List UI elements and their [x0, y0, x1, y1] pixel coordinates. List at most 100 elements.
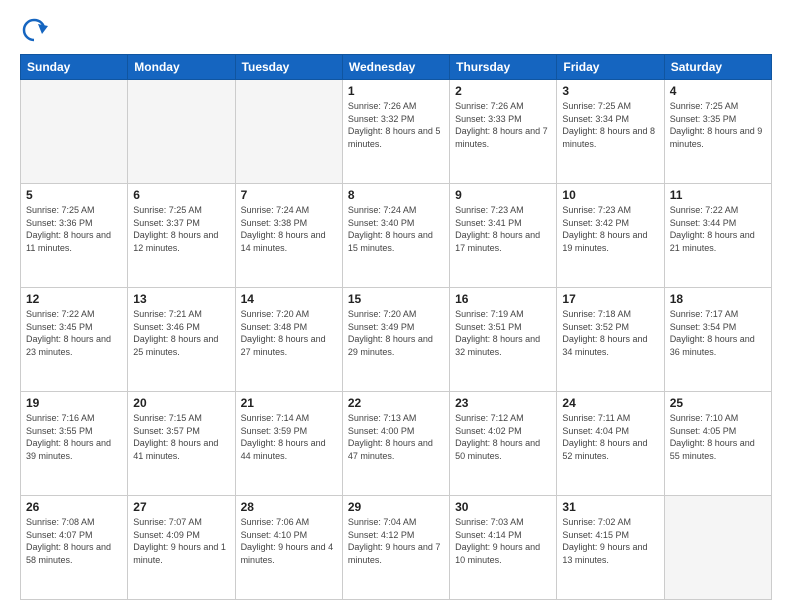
day-number: 11	[670, 188, 766, 202]
weekday-header-monday: Monday	[128, 55, 235, 80]
day-info: Sunrise: 7:06 AM Sunset: 4:10 PM Dayligh…	[241, 516, 337, 566]
week-row-2: 12 Sunrise: 7:22 AM Sunset: 3:45 PM Dayli…	[21, 288, 772, 392]
day-info: Sunrise: 7:25 AM Sunset: 3:34 PM Dayligh…	[562, 100, 658, 150]
day-cell: 21Sunrise: 7:14 AM Sunset: 3:59 PM Dayli…	[235, 392, 342, 496]
day-cell: 15Sunrise: 7:20 AM Sunset: 3:49 PM Dayli…	[342, 288, 449, 392]
day-info: Sunrise: 7:02 AM Sunset: 4:15 PM Dayligh…	[562, 516, 658, 566]
day-number: 2	[455, 84, 551, 98]
day-info: Sunrise: 7:07 AM Sunset: 4:09 PM Dayligh…	[133, 516, 229, 566]
day-cell: 2 Sunrise: 7:26 AM Sunset: 3:33 PM Daylig…	[450, 80, 557, 184]
day-number: 28	[241, 500, 337, 514]
day-info: Sunrise: 7:20 AM Sunset: 3:48 PM Dayligh…	[241, 308, 337, 358]
logo	[20, 16, 52, 44]
day-number: 13	[133, 292, 229, 306]
week-row-3: 19 Sunrise: 7:16 AM Sunset: 3:55 PM Dayli…	[21, 392, 772, 496]
day-number: 7	[241, 188, 337, 202]
day-cell	[235, 80, 342, 184]
week-row-1: 5 Sunrise: 7:25 AM Sunset: 3:36 PM Daylig…	[21, 184, 772, 288]
day-info: Sunrise: 7:21 AM Sunset: 3:46 PM Dayligh…	[133, 308, 229, 358]
day-info: Sunrise: 7:13 AM Sunset: 4:00 PM Dayligh…	[348, 412, 444, 462]
weekday-header-row: SundayMondayTuesdayWednesdayThursdayFrid…	[21, 55, 772, 80]
day-number: 6	[133, 188, 229, 202]
day-cell: 4 Sunrise: 7:25 AM Sunset: 3:35 PM Daylig…	[664, 80, 771, 184]
day-number: 25	[670, 396, 766, 410]
weekday-header-tuesday: Tuesday	[235, 55, 342, 80]
day-cell: 1Sunrise: 7:26 AM Sunset: 3:32 PM Daylig…	[342, 80, 449, 184]
day-info: Sunrise: 7:24 AM Sunset: 3:40 PM Dayligh…	[348, 204, 444, 254]
day-cell: 20 Sunrise: 7:15 AM Sunset: 3:57 PM Dayli…	[128, 392, 235, 496]
day-number: 30	[455, 500, 551, 514]
day-cell	[128, 80, 235, 184]
day-number: 10	[562, 188, 658, 202]
week-row-0: 1Sunrise: 7:26 AM Sunset: 3:32 PM Daylig…	[21, 80, 772, 184]
day-number: 5	[26, 188, 122, 202]
day-cell: 7Sunrise: 7:24 AM Sunset: 3:38 PM Daylig…	[235, 184, 342, 288]
day-info: Sunrise: 7:12 AM Sunset: 4:02 PM Dayligh…	[455, 412, 551, 462]
week-row-4: 26 Sunrise: 7:08 AM Sunset: 4:07 PM Dayli…	[21, 496, 772, 600]
day-number: 29	[348, 500, 444, 514]
day-info: Sunrise: 7:17 AM Sunset: 3:54 PM Dayligh…	[670, 308, 766, 358]
day-cell: 23 Sunrise: 7:12 AM Sunset: 4:02 PM Dayli…	[450, 392, 557, 496]
day-number: 20	[133, 396, 229, 410]
day-info: Sunrise: 7:15 AM Sunset: 3:57 PM Dayligh…	[133, 412, 229, 462]
day-number: 8	[348, 188, 444, 202]
day-cell: 12 Sunrise: 7:22 AM Sunset: 3:45 PM Dayli…	[21, 288, 128, 392]
day-cell: 19 Sunrise: 7:16 AM Sunset: 3:55 PM Dayli…	[21, 392, 128, 496]
day-cell: 5 Sunrise: 7:25 AM Sunset: 3:36 PM Daylig…	[21, 184, 128, 288]
day-cell: 28 Sunrise: 7:06 AM Sunset: 4:10 PM Dayli…	[235, 496, 342, 600]
day-number: 1	[348, 84, 444, 98]
day-info: Sunrise: 7:23 AM Sunset: 3:42 PM Dayligh…	[562, 204, 658, 254]
day-info: Sunrise: 7:03 AM Sunset: 4:14 PM Dayligh…	[455, 516, 551, 566]
day-cell: 9 Sunrise: 7:23 AM Sunset: 3:41 PM Daylig…	[450, 184, 557, 288]
day-number: 26	[26, 500, 122, 514]
day-number: 22	[348, 396, 444, 410]
day-number: 12	[26, 292, 122, 306]
day-info: Sunrise: 7:20 AM Sunset: 3:49 PM Dayligh…	[348, 308, 444, 358]
day-cell: 16 Sunrise: 7:19 AM Sunset: 3:51 PM Dayli…	[450, 288, 557, 392]
day-number: 19	[26, 396, 122, 410]
weekday-header-sunday: Sunday	[21, 55, 128, 80]
day-number: 27	[133, 500, 229, 514]
day-cell: 27 Sunrise: 7:07 AM Sunset: 4:09 PM Dayli…	[128, 496, 235, 600]
day-info: Sunrise: 7:22 AM Sunset: 3:44 PM Dayligh…	[670, 204, 766, 254]
day-info: Sunrise: 7:23 AM Sunset: 3:41 PM Dayligh…	[455, 204, 551, 254]
day-number: 3	[562, 84, 658, 98]
day-cell: 31Sunrise: 7:02 AM Sunset: 4:15 PM Dayli…	[557, 496, 664, 600]
day-cell: 26 Sunrise: 7:08 AM Sunset: 4:07 PM Dayli…	[21, 496, 128, 600]
day-info: Sunrise: 7:22 AM Sunset: 3:45 PM Dayligh…	[26, 308, 122, 358]
day-number: 16	[455, 292, 551, 306]
day-cell: 30 Sunrise: 7:03 AM Sunset: 4:14 PM Dayli…	[450, 496, 557, 600]
day-cell: 13 Sunrise: 7:21 AM Sunset: 3:46 PM Dayli…	[128, 288, 235, 392]
weekday-header-saturday: Saturday	[664, 55, 771, 80]
day-number: 9	[455, 188, 551, 202]
day-cell: 3 Sunrise: 7:25 AM Sunset: 3:34 PM Daylig…	[557, 80, 664, 184]
day-cell: 6 Sunrise: 7:25 AM Sunset: 3:37 PM Daylig…	[128, 184, 235, 288]
day-number: 18	[670, 292, 766, 306]
day-info: Sunrise: 7:18 AM Sunset: 3:52 PM Dayligh…	[562, 308, 658, 358]
header	[20, 16, 772, 44]
day-info: Sunrise: 7:10 AM Sunset: 4:05 PM Dayligh…	[670, 412, 766, 462]
day-number: 17	[562, 292, 658, 306]
day-number: 23	[455, 396, 551, 410]
day-info: Sunrise: 7:04 AM Sunset: 4:12 PM Dayligh…	[348, 516, 444, 566]
day-cell	[664, 496, 771, 600]
day-cell: 25 Sunrise: 7:10 AM Sunset: 4:05 PM Dayli…	[664, 392, 771, 496]
calendar-table: SundayMondayTuesdayWednesdayThursdayFrid…	[20, 54, 772, 600]
day-cell: 29 Sunrise: 7:04 AM Sunset: 4:12 PM Dayli…	[342, 496, 449, 600]
logo-icon	[20, 16, 48, 44]
day-number: 4	[670, 84, 766, 98]
day-cell: 17 Sunrise: 7:18 AM Sunset: 3:52 PM Dayli…	[557, 288, 664, 392]
day-number: 21	[241, 396, 337, 410]
day-cell: 11 Sunrise: 7:22 AM Sunset: 3:44 PM Dayli…	[664, 184, 771, 288]
day-info: Sunrise: 7:08 AM Sunset: 4:07 PM Dayligh…	[26, 516, 122, 566]
day-info: Sunrise: 7:26 AM Sunset: 3:33 PM Dayligh…	[455, 100, 551, 150]
day-number: 14	[241, 292, 337, 306]
day-info: Sunrise: 7:16 AM Sunset: 3:55 PM Dayligh…	[26, 412, 122, 462]
day-info: Sunrise: 7:25 AM Sunset: 3:35 PM Dayligh…	[670, 100, 766, 150]
day-info: Sunrise: 7:25 AM Sunset: 3:36 PM Dayligh…	[26, 204, 122, 254]
day-info: Sunrise: 7:25 AM Sunset: 3:37 PM Dayligh…	[133, 204, 229, 254]
page: SundayMondayTuesdayWednesdayThursdayFrid…	[0, 0, 792, 612]
day-info: Sunrise: 7:19 AM Sunset: 3:51 PM Dayligh…	[455, 308, 551, 358]
weekday-header-thursday: Thursday	[450, 55, 557, 80]
weekday-header-wednesday: Wednesday	[342, 55, 449, 80]
